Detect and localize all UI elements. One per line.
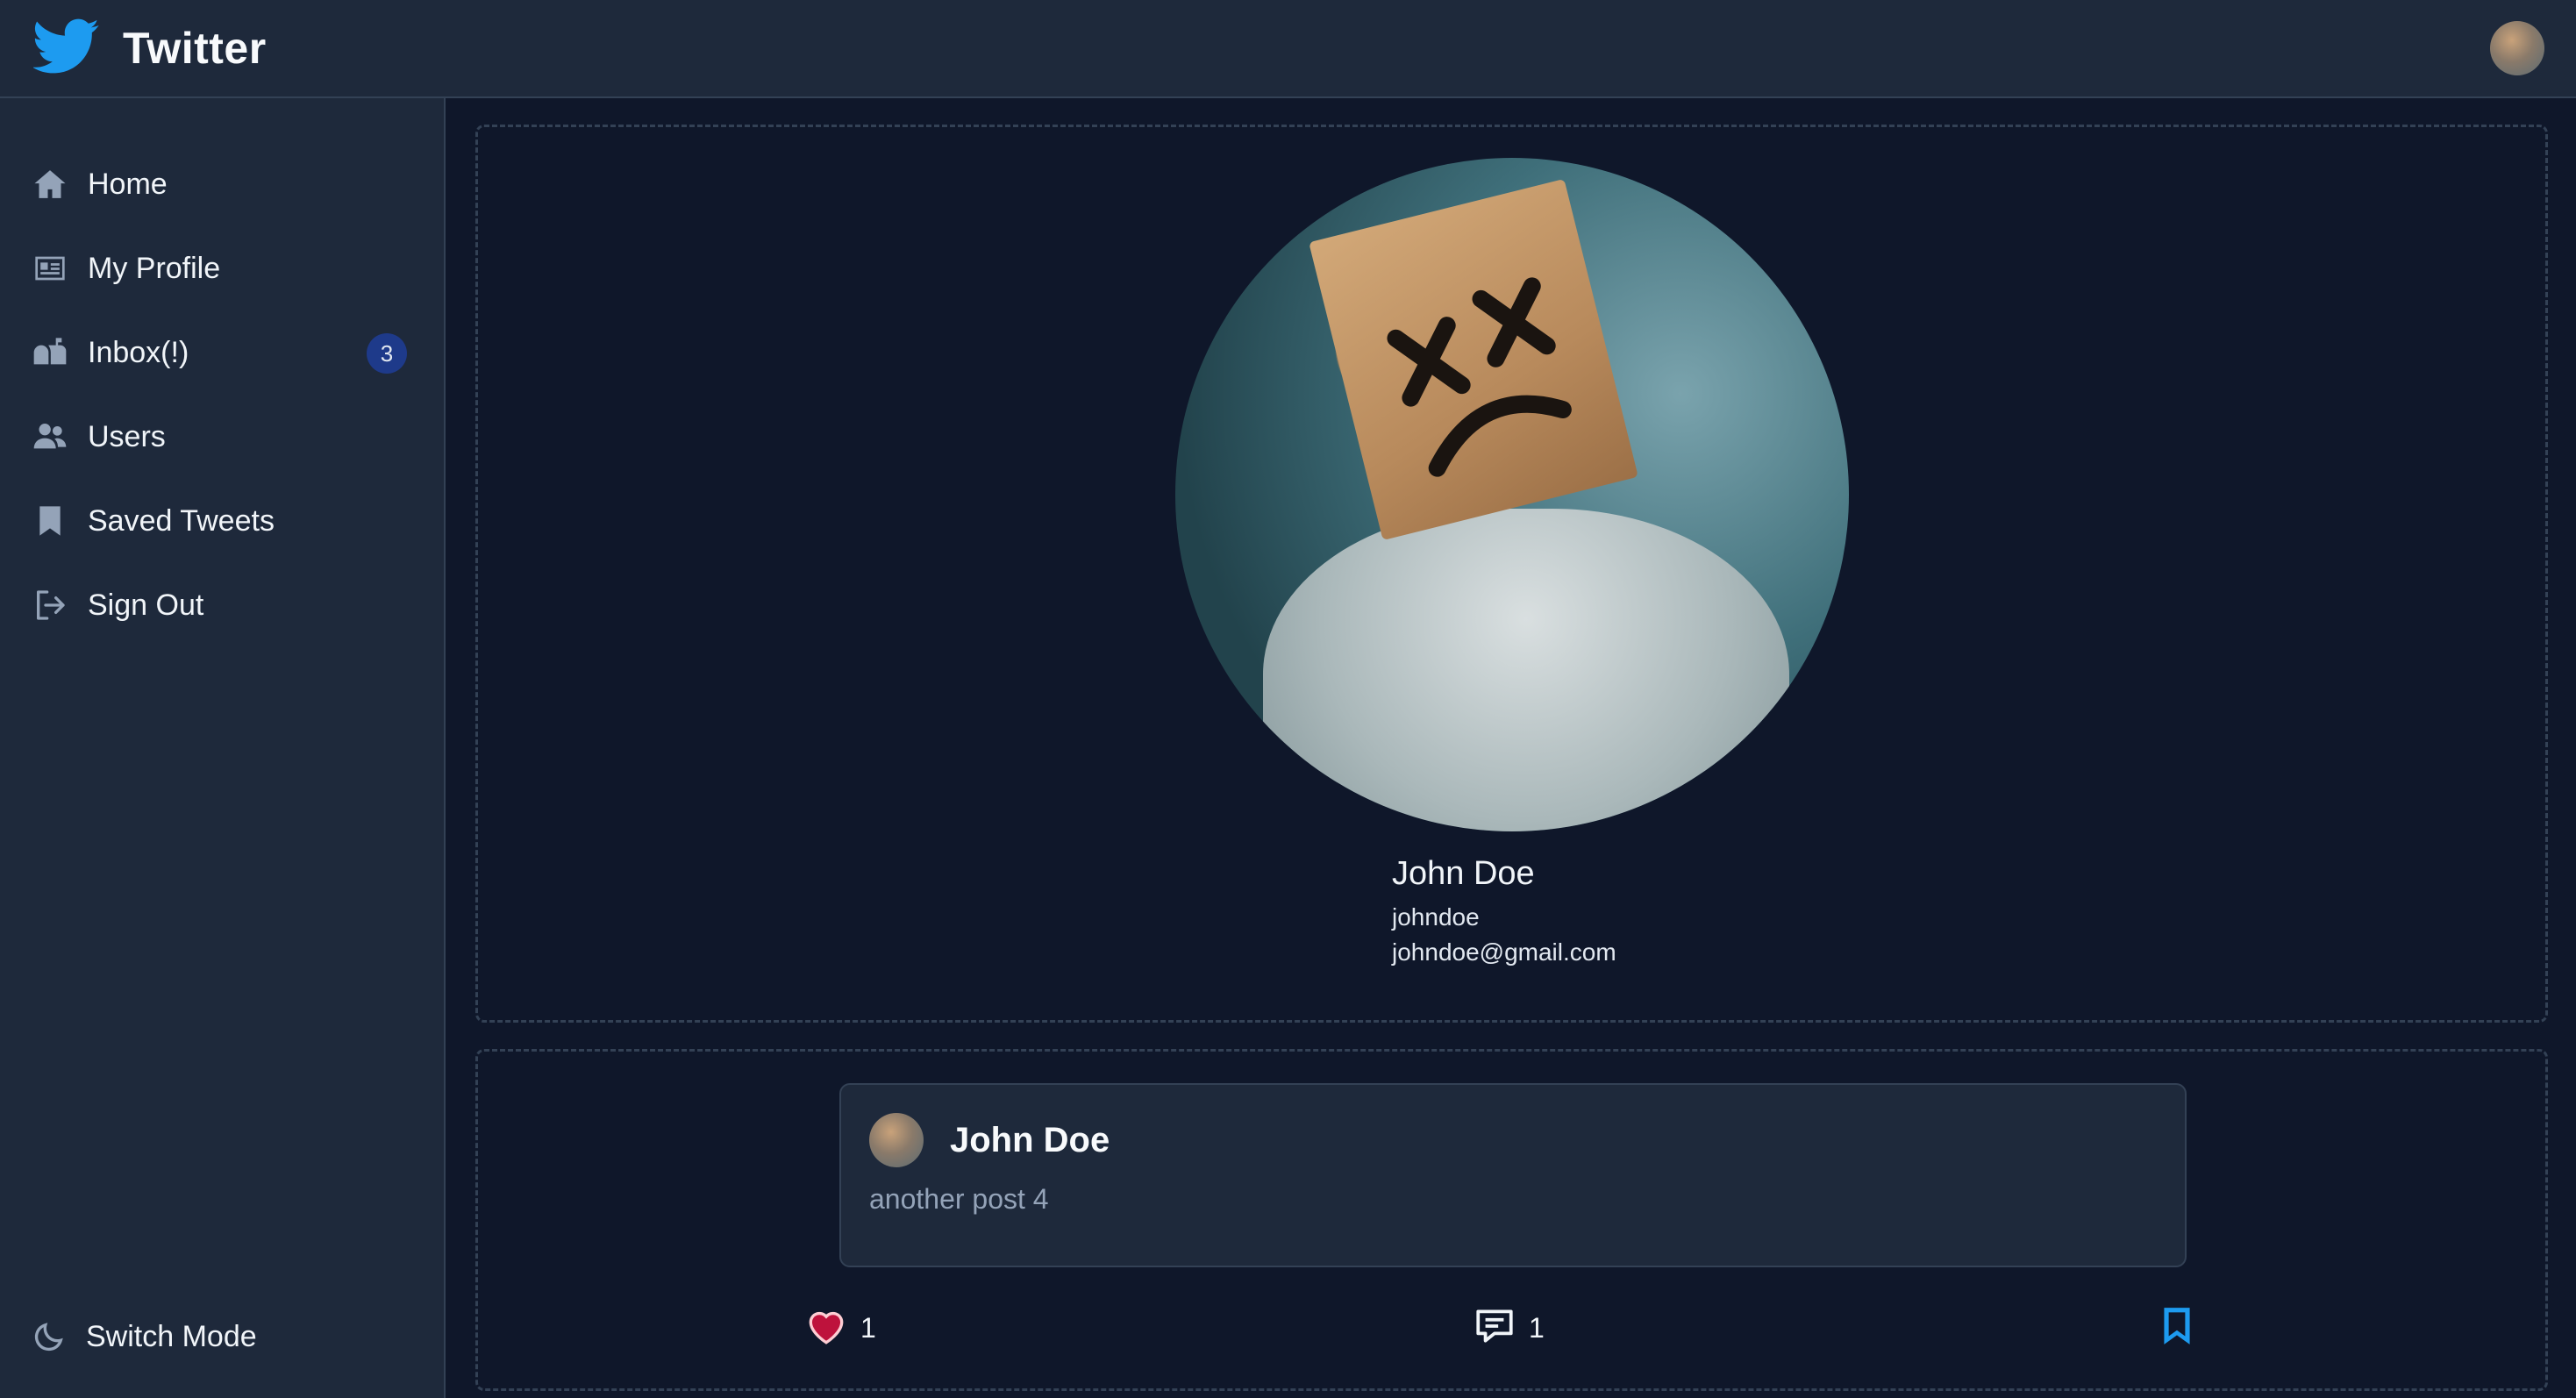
bookmark-icon [32, 503, 68, 539]
tweet-card[interactable]: John Doe another post 4 [839, 1083, 2187, 1267]
sidebar-item-label: Saved Tweets [88, 503, 275, 538]
users-icon [32, 418, 68, 455]
tweet-header: John Doe [869, 1113, 2157, 1167]
tweet-author-name[interactable]: John Doe [950, 1121, 1110, 1160]
brand[interactable]: Twitter [32, 18, 267, 80]
sad-face-drawing [1387, 277, 1572, 477]
comment-count: 1 [1529, 1312, 1545, 1344]
inbox-count-badge: 3 [367, 333, 407, 374]
sidebar-item-label: My Profile [88, 251, 221, 285]
profile-name: John Doe [1392, 855, 1535, 892]
bookmark-icon [2155, 1304, 2199, 1352]
user-avatar[interactable] [2490, 21, 2544, 75]
sidebar-item-home[interactable]: Home [0, 142, 444, 226]
tweet-text: another post 4 [869, 1183, 1049, 1215]
sidebar-item-sign-out[interactable]: Sign Out [0, 563, 444, 647]
top-bar: Twitter [0, 0, 2576, 98]
profile-card: John Doe johndoe johndoe@gmail.com [475, 125, 2548, 1023]
switch-mode-label: Switch Mode [86, 1319, 257, 1353]
profile-info: John Doe johndoe johndoe@gmail.com [1392, 855, 1616, 966]
app-title: Twitter [123, 24, 267, 73]
tweet-author-avatar[interactable] [869, 1113, 924, 1167]
tweet-list: John Doe another post 4 1 1 [475, 1049, 2548, 1391]
like-button[interactable]: 1 [804, 1304, 876, 1352]
sidebar-item-label: Home [88, 167, 168, 201]
bookmark-button[interactable] [2155, 1304, 2199, 1352]
twitter-bird-icon [32, 18, 100, 80]
photo-paper-bag [1309, 178, 1638, 541]
sidebar-item-label: Inbox(!) [88, 335, 189, 369]
home-icon [32, 166, 68, 203]
comment-button[interactable]: 1 [1473, 1304, 1545, 1352]
comment-icon [1473, 1304, 1516, 1352]
profile-username: johndoe [1392, 903, 1480, 931]
switch-mode-button[interactable]: Switch Mode [0, 1295, 444, 1379]
profile-photo [1175, 158, 1849, 831]
sidebar-item-label: Users [88, 419, 166, 453]
sidebar-item-inbox[interactable]: Inbox(!) 3 [0, 310, 444, 395]
sidebar-item-my-profile[interactable]: My Profile [0, 226, 444, 310]
sidebar-nav: Home My Profile Inbox(!) 3 Users Saved T… [0, 98, 444, 647]
sidebar: Home My Profile Inbox(!) 3 Users Saved T… [0, 98, 446, 1398]
sidebar-item-saved-tweets[interactable]: Saved Tweets [0, 479, 444, 563]
heart-icon [804, 1304, 848, 1352]
sidebar-item-label: Sign Out [88, 588, 204, 622]
moon-icon [32, 1319, 67, 1354]
profile-email: johndoe@gmail.com [1392, 938, 1616, 966]
tweet-actions: 1 1 [804, 1304, 2208, 1357]
photo-hoodie [1263, 509, 1789, 831]
sign-out-icon [32, 587, 68, 624]
mailbox-icon [32, 334, 68, 371]
sidebar-item-users[interactable]: Users [0, 395, 444, 479]
like-count: 1 [860, 1312, 876, 1344]
id-card-icon [32, 250, 68, 287]
